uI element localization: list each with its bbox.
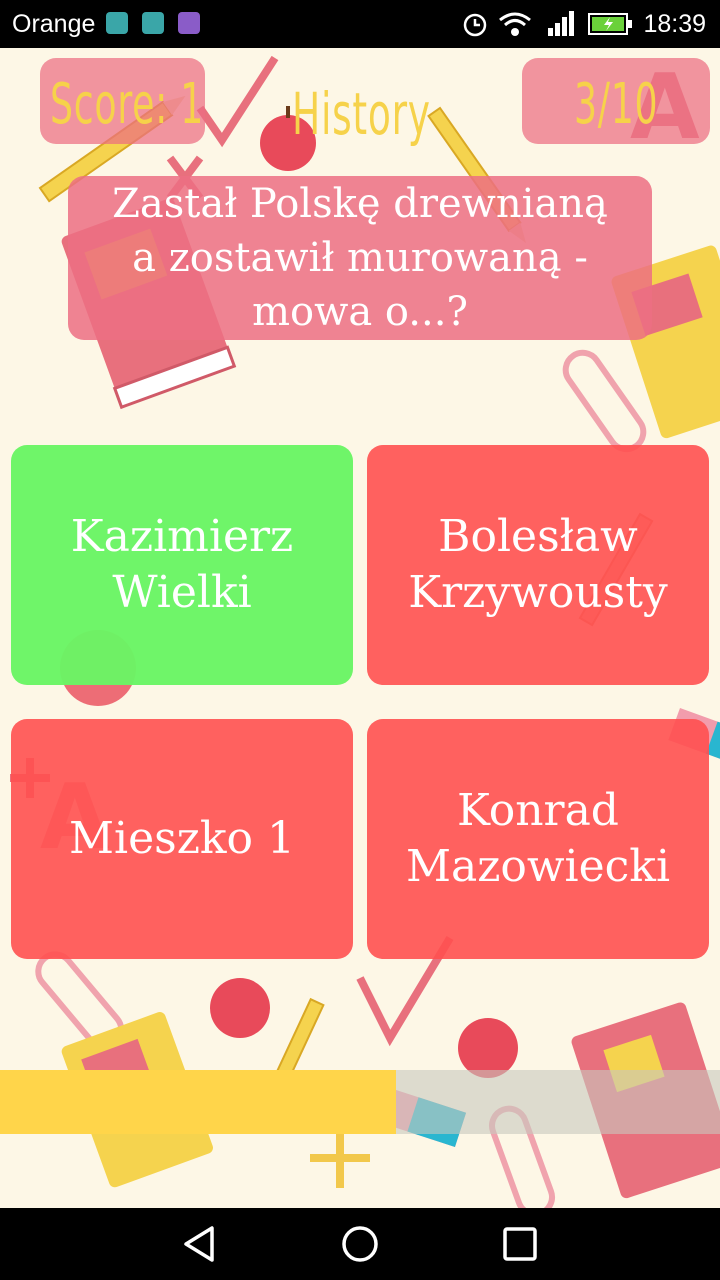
timer-progress-fill [0, 1070, 396, 1134]
answer-label: Mieszko 1 [68, 813, 296, 864]
wifi-icon [499, 12, 531, 36]
answer-button-1[interactable]: Kazimierz Wielki [11, 445, 353, 685]
alarm-icon [463, 13, 487, 37]
timer-progress-bar [0, 1070, 720, 1134]
android-icon [106, 12, 128, 34]
battery-charging-icon [588, 13, 632, 35]
image-icon [178, 12, 200, 34]
answer-button-2[interactable]: Bolesław Krzywousty [367, 445, 709, 685]
answer-button-3[interactable]: Mieszko 1 [11, 719, 353, 959]
clock: 18:39 [643, 10, 706, 38]
status-bar: Orange 18:39 [0, 0, 720, 48]
home-icon[interactable] [340, 1224, 380, 1264]
signal-icon [548, 11, 574, 36]
recents-icon[interactable] [500, 1224, 540, 1264]
answer-label: Kazimierz Wielki [70, 511, 294, 618]
back-icon[interactable] [180, 1224, 220, 1264]
category-title: History [292, 80, 431, 148]
question-text: Zastał Polskę drewnianą a zostawił murow… [112, 181, 608, 335]
answer-button-4[interactable]: Konrad Mazowiecki [367, 719, 709, 959]
navigation-bar [0, 1208, 720, 1280]
answer-label: Konrad Mazowiecki [405, 785, 671, 892]
score-label: Score: 1 [50, 72, 205, 137]
question-counter: 3/10 [574, 72, 659, 137]
carrier-name: Orange [12, 10, 96, 38]
shield-icon [142, 12, 164, 34]
answer-label: Bolesław Krzywousty [408, 511, 668, 618]
question-card: Zastał Polskę drewnianą a zostawił murow… [68, 176, 652, 340]
